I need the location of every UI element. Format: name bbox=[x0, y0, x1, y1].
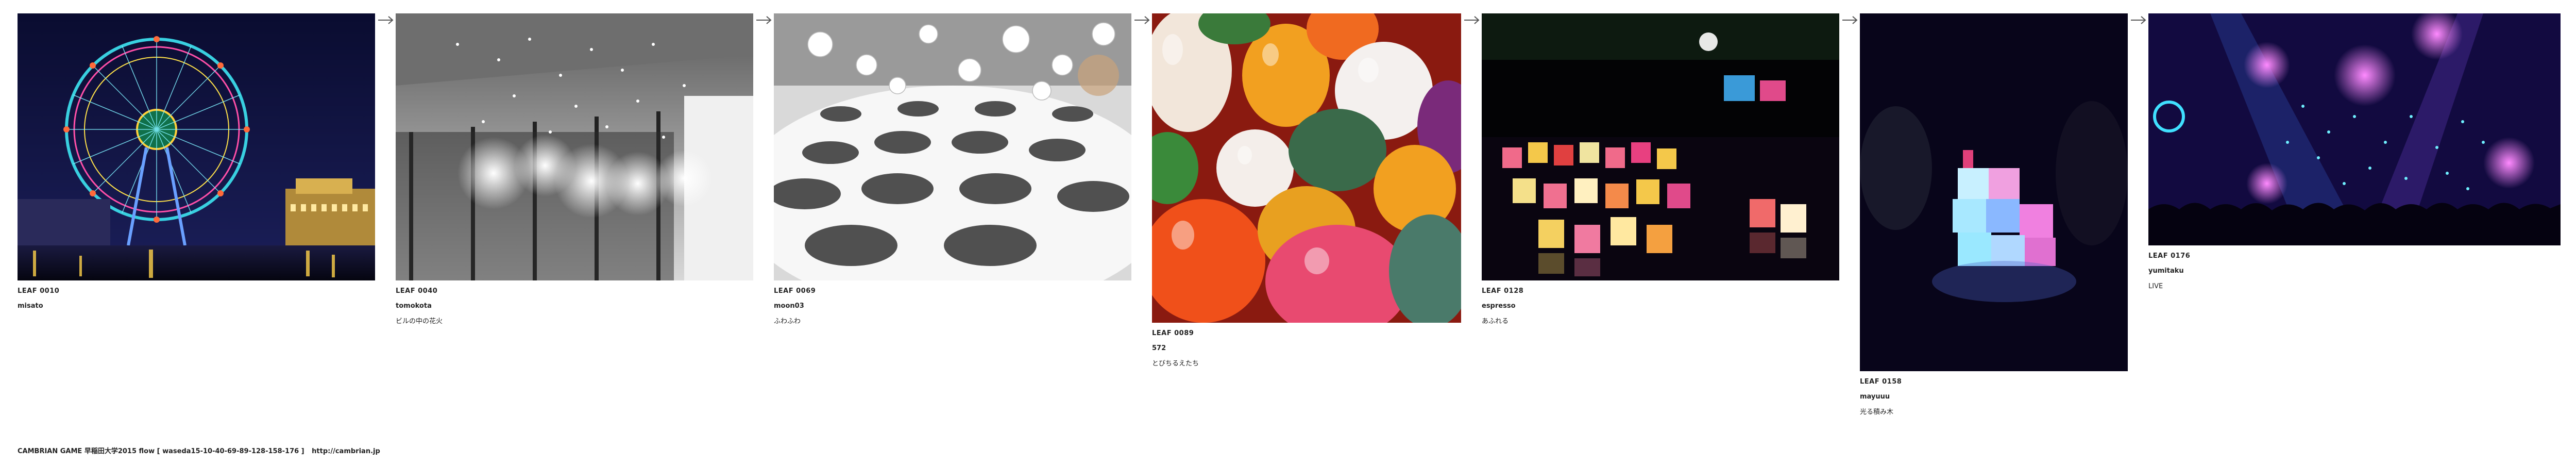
leaf-title: LIVE bbox=[2148, 282, 2163, 290]
footer-name: CAMBRIAN GAME 早稲田大学2015 flow [ waseda15-… bbox=[18, 448, 304, 455]
leaf-id: LEAF 0176 bbox=[2148, 252, 2191, 260]
leaf-card-0176[interactable]: LEAF 0176 yumitaku LIVE bbox=[2148, 13, 2561, 298]
leaf-user[interactable]: moon03 bbox=[774, 302, 1131, 310]
lanterns-image bbox=[1482, 13, 1839, 280]
right-arrow-icon bbox=[1842, 16, 1858, 24]
leaf-card-0010[interactable]: LEAF 0010 misato bbox=[18, 13, 375, 318]
leaf-user[interactable]: espresso bbox=[1482, 302, 1839, 310]
leaf-caption: LEAF 0010 misato bbox=[18, 287, 375, 310]
ferris-wheel-photo[interactable] bbox=[18, 13, 375, 280]
chandelier-photo[interactable] bbox=[396, 13, 753, 280]
leaf-user[interactable]: 572 bbox=[1152, 344, 1461, 352]
glowing-cubes-image bbox=[1860, 13, 2128, 371]
leaf-title: あふれる bbox=[1482, 317, 1509, 325]
footer-link[interactable]: http://cambrian.jp bbox=[312, 448, 380, 455]
concert-image bbox=[2148, 13, 2561, 245]
leaf-card-0089[interactable]: LEAF 0089 572 とびちるえたち bbox=[1152, 13, 1461, 375]
chandelier-image bbox=[396, 13, 753, 280]
leaf-caption: LEAF 0158 mayuuu 光る積み木 bbox=[1860, 378, 2128, 416]
leaf-id: LEAF 0040 bbox=[396, 287, 438, 295]
leaf-user[interactable]: tomokota bbox=[396, 302, 753, 310]
leaf-user[interactable]: mayuuu bbox=[1860, 393, 2128, 401]
lanterns-photo[interactable] bbox=[1482, 13, 1839, 280]
leaf-user[interactable]: yumitaku bbox=[2148, 267, 2561, 275]
right-arrow-icon bbox=[1134, 16, 1150, 24]
leaf-title: ふわふわ bbox=[774, 317, 801, 325]
leaf-id: LEAF 0158 bbox=[1860, 378, 1902, 386]
leaf-flow-strip: LEAF 0010 misato LEAF 0040 tomokota ビルの中… bbox=[0, 0, 2576, 464]
glowing-cubes-photo[interactable] bbox=[1860, 13, 2128, 371]
leaf-caption: LEAF 0089 572 とびちるえたち bbox=[1152, 329, 1461, 368]
leaf-card-0069[interactable]: LEAF 0069 moon03 ふわふわ bbox=[774, 13, 1131, 333]
white-spheres-photo[interactable] bbox=[774, 13, 1131, 280]
leaf-card-0040[interactable]: LEAF 0040 tomokota ビルの中の花火 bbox=[396, 13, 753, 333]
balloons-photo[interactable] bbox=[1152, 13, 1461, 323]
leaf-id: LEAF 0128 bbox=[1482, 287, 1524, 295]
balloons-image bbox=[1152, 13, 1461, 323]
leaf-title: 光る積み木 bbox=[1860, 408, 1894, 416]
white-spheres-image bbox=[774, 13, 1131, 280]
leaf-caption: LEAF 0040 tomokota ビルの中の花火 bbox=[396, 287, 753, 325]
leaf-caption: LEAF 0069 moon03 ふわふわ bbox=[774, 287, 1131, 325]
leaf-title: ビルの中の花火 bbox=[396, 317, 443, 325]
right-arrow-icon bbox=[2131, 16, 2146, 24]
leaf-title: とびちるえたち bbox=[1152, 359, 1199, 368]
footer: CAMBRIAN GAME 早稲田大学2015 flow [ waseda15-… bbox=[18, 445, 385, 455]
leaf-id: LEAF 0069 bbox=[774, 287, 816, 295]
leaf-id: LEAF 0089 bbox=[1152, 329, 1194, 337]
leaf-caption: LEAF 0128 espresso あふれる bbox=[1482, 287, 1839, 325]
concert-photo[interactable] bbox=[2148, 13, 2561, 245]
leaf-card-0158[interactable]: LEAF 0158 mayuuu 光る積み木 bbox=[1860, 13, 2128, 424]
right-arrow-icon bbox=[378, 16, 394, 24]
right-arrow-icon bbox=[1464, 16, 1480, 24]
leaf-card-0128[interactable]: LEAF 0128 espresso あふれる bbox=[1482, 13, 1839, 333]
leaf-user[interactable]: misato bbox=[18, 302, 375, 310]
leaf-id: LEAF 0010 bbox=[18, 287, 60, 295]
ferris-wheel-image bbox=[18, 13, 375, 280]
right-arrow-icon bbox=[756, 16, 772, 24]
leaf-caption: LEAF 0176 yumitaku LIVE bbox=[2148, 252, 2561, 290]
